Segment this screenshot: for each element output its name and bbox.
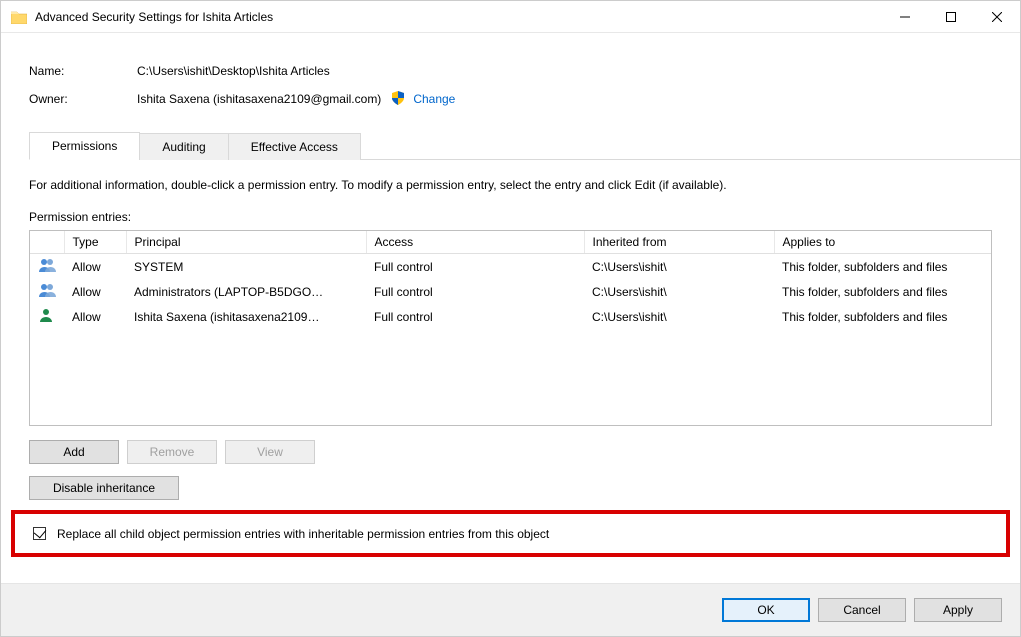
remove-button[interactable]: Remove [127,440,217,464]
close-button[interactable] [974,1,1020,33]
name-value: C:\Users\ishit\Desktop\Ishita Articles [137,64,330,78]
hint-text: For additional information, double-click… [1,160,1020,192]
cell-type: Allow [64,304,126,329]
cell-type: Allow [64,279,126,304]
col-type[interactable]: Type [64,231,126,254]
cell-principal: Administrators (LAPTOP-B5DGO… [126,279,366,304]
permission-entries-table[interactable]: Type Principal Access Inherited from App… [29,230,992,426]
replace-child-label: Replace all child object permission entr… [57,527,549,541]
titlebar: Advanced Security Settings for Ishita Ar… [1,1,1020,33]
shield-icon [391,91,405,108]
principal-icon [30,254,64,280]
window-title: Advanced Security Settings for Ishita Ar… [35,10,882,24]
replace-child-checkbox[interactable] [33,527,46,540]
principal-icon [30,304,64,329]
owner-label: Owner: [29,92,137,106]
disable-inheritance-button[interactable]: Disable inheritance [29,476,179,500]
apply-button[interactable]: Apply [914,598,1002,622]
col-inherited[interactable]: Inherited from [584,231,774,254]
add-button[interactable]: Add [29,440,119,464]
maximize-button[interactable] [928,1,974,33]
cell-principal: SYSTEM [126,254,366,280]
minimize-button[interactable] [882,1,928,33]
cell-applies: This folder, subfolders and files [774,279,991,304]
tab-auditing[interactable]: Auditing [139,133,228,160]
advanced-security-settings-window: Advanced Security Settings for Ishita Ar… [0,0,1021,637]
view-button[interactable]: View [225,440,315,464]
cell-principal: Ishita Saxena (ishitasaxena2109… [126,304,366,329]
table-row[interactable]: AllowIshita Saxena (ishitasaxena2109…Ful… [30,304,991,329]
dialog-footer: OK Cancel Apply [1,583,1020,636]
tab-bar: Permissions Auditing Effective Access [29,131,1020,160]
tab-effective-access[interactable]: Effective Access [228,133,361,160]
cell-inherited: C:\Users\ishit\ [584,279,774,304]
name-label: Name: [29,64,137,78]
ok-button[interactable]: OK [722,598,810,622]
col-access[interactable]: Access [366,231,584,254]
owner-value: Ishita Saxena (ishitasaxena2109@gmail.co… [137,92,381,106]
cell-applies: This folder, subfolders and files [774,304,991,329]
principal-icon [30,279,64,304]
cancel-button[interactable]: Cancel [818,598,906,622]
col-applies[interactable]: Applies to [774,231,991,254]
cell-access: Full control [366,304,584,329]
permission-entries-label: Permission entries: [1,192,1020,230]
table-row[interactable]: AllowAdministrators (LAPTOP-B5DGO…Full c… [30,279,991,304]
folder-icon [11,10,27,24]
tab-permissions[interactable]: Permissions [29,132,140,160]
change-owner-link[interactable]: Change [413,92,455,106]
table-row[interactable]: AllowSYSTEMFull controlC:\Users\ishit\Th… [30,254,991,280]
cell-inherited: C:\Users\ishit\ [584,254,774,280]
replace-child-highlight: Replace all child object permission entr… [11,510,1010,557]
cell-access: Full control [366,254,584,280]
cell-type: Allow [64,254,126,280]
cell-access: Full control [366,279,584,304]
col-principal[interactable]: Principal [126,231,366,254]
cell-applies: This folder, subfolders and files [774,254,991,280]
cell-inherited: C:\Users\ishit\ [584,304,774,329]
